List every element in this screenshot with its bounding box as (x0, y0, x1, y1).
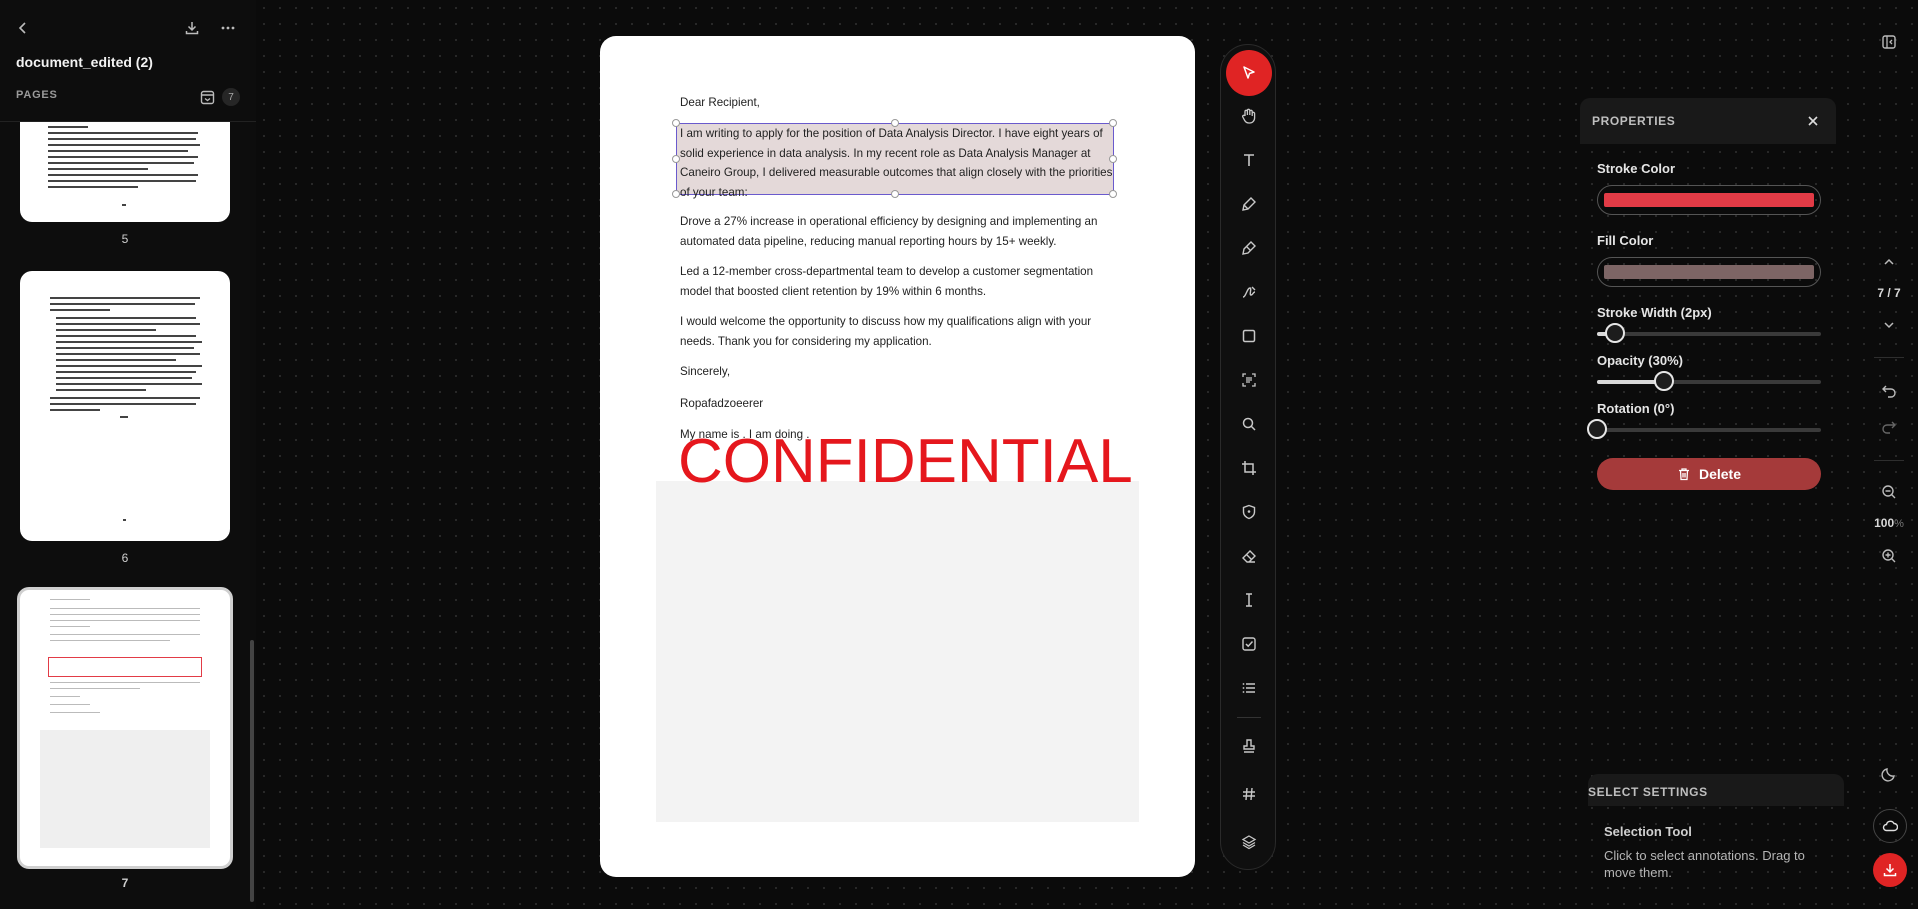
rail-divider (1874, 460, 1904, 461)
list-icon[interactable] (1235, 674, 1263, 702)
properties-header: PROPERTIES (1580, 98, 1836, 144)
trash-icon (1678, 468, 1689, 481)
select-settings-header: SELECT SETTINGS (1588, 774, 1844, 806)
download-icon[interactable] (181, 17, 203, 39)
sidebar-scrollbar[interactable] (250, 640, 254, 902)
stroke-color-swatch (1604, 193, 1814, 207)
rectangle-icon[interactable] (1235, 322, 1263, 350)
dark-mode-icon[interactable] (1877, 762, 1901, 786)
zoom-unit: % (1894, 518, 1904, 530)
page-number-7: 7 (121, 876, 129, 890)
signature-icon[interactable] (1235, 278, 1263, 306)
page-thumbnail-6[interactable] (20, 271, 230, 541)
text-cursor-icon[interactable] (1235, 586, 1263, 614)
select-tool-icon[interactable] (1226, 50, 1272, 96)
redo-icon[interactable] (1877, 414, 1901, 438)
delete-label: Delete (1698, 466, 1742, 482)
highlighter-icon[interactable] (1235, 234, 1263, 262)
properties-title: PROPERTIES (1592, 114, 1676, 128)
document-title: document_edited (2) (16, 54, 153, 70)
chevron-down-icon[interactable] (1877, 313, 1901, 337)
rail-divider (1874, 357, 1904, 358)
checkbox-icon[interactable] (1235, 630, 1263, 658)
zoom-out-icon[interactable] (1877, 480, 1901, 504)
paragraph-3: Led a 12-member cross-departmental team … (680, 265, 1094, 298)
paragraph-4: I would welcome the opportunity to discu… (680, 315, 1092, 348)
slider-thumb[interactable] (1654, 371, 1675, 391)
page-number-5: 5 (121, 232, 129, 246)
greeting-text: Dear Recipient, (680, 96, 760, 109)
selection-tool-name: Selection Tool (1604, 824, 1692, 839)
ocr-scan-icon[interactable] (1235, 366, 1263, 394)
fill-color-label: Fill Color (1597, 233, 1654, 248)
zoom-level: 100% (1868, 516, 1910, 530)
resize-handle[interactable] (672, 155, 680, 163)
closing-text: Sincerely, (680, 365, 731, 378)
zoom-value: 100 (1874, 516, 1895, 530)
page-indicator: 7 / 7 (1877, 286, 1901, 300)
text-icon[interactable] (1235, 146, 1263, 174)
cloud-icon (1882, 820, 1898, 832)
properties-panel: PROPERTIES Stroke Color Fill Color Strok… (1580, 98, 1836, 498)
toolbar-divider (1237, 717, 1261, 718)
close-icon[interactable] (1802, 110, 1824, 132)
opacity-slider[interactable] (1597, 371, 1821, 391)
zoom-in-icon[interactable] (1877, 544, 1901, 568)
confidential-stamp[interactable]: CONFIDENTIAL (678, 431, 1133, 493)
search-icon[interactable] (1235, 410, 1263, 438)
stroke-width-label: Stroke Width (2px) (1597, 305, 1712, 320)
more-options-icon[interactable] (217, 17, 239, 39)
document-page[interactable]: Dear Recipient, I am writing to apply fo… (600, 36, 1195, 877)
rotation-label: Rotation (0°) (1597, 401, 1675, 416)
page-number-6: 6 (121, 551, 129, 565)
select-settings-panel: SELECT SETTINGS Selection Tool Click to … (1588, 774, 1844, 894)
sidebar: document_edited (2) PAGES 7 5 6 7 (0, 0, 256, 909)
fill-color-swatch (1604, 265, 1814, 279)
stroke-color-label: Stroke Color (1597, 161, 1676, 176)
slider-thumb[interactable] (1587, 419, 1607, 439)
stroke-color-picker[interactable] (1597, 185, 1821, 215)
crop-icon[interactable] (1235, 454, 1263, 482)
slider-thumb[interactable] (1604, 323, 1625, 343)
back-icon[interactable] (12, 17, 34, 39)
page-thumbnail-7[interactable] (17, 587, 233, 869)
download-button[interactable] (1873, 853, 1907, 887)
eraser-icon[interactable] (1235, 542, 1263, 570)
paragraph-1: I am writing to apply for the position o… (680, 127, 1113, 199)
cloud-save-button[interactable] (1873, 809, 1907, 843)
undo-icon[interactable] (1877, 378, 1901, 402)
collapse-panel-icon[interactable] (1877, 30, 1901, 54)
select-settings-title: SELECT SETTINGS (1588, 785, 1708, 799)
hash-icon[interactable] (1235, 780, 1263, 808)
pen-icon[interactable] (1235, 190, 1263, 218)
rectangle-annotation[interactable] (656, 481, 1139, 822)
resize-handle[interactable] (672, 119, 680, 127)
resize-handle[interactable] (672, 190, 680, 198)
stroke-width-slider[interactable] (1597, 323, 1821, 343)
chevron-up-icon[interactable] (1877, 250, 1901, 274)
signature-text: Ropafadzoeerer (680, 397, 764, 410)
download-icon (1883, 864, 1897, 877)
page-count-badge: 7 (222, 88, 240, 106)
sidebar-header: document_edited (2) PAGES 7 (0, 0, 256, 122)
tools-toolbar (1220, 44, 1276, 870)
stamp-icon[interactable] (1235, 732, 1263, 760)
page-view-icon[interactable] (196, 86, 218, 108)
fill-color-picker[interactable] (1597, 257, 1821, 287)
selection-tool-description: Click to select annotations. Drag to mov… (1604, 848, 1805, 880)
page-thumbnail-5[interactable] (20, 122, 230, 222)
shield-icon[interactable] (1235, 498, 1263, 526)
hand-icon[interactable] (1235, 102, 1263, 130)
rotation-slider[interactable] (1587, 419, 1821, 439)
opacity-label: Opacity (30%) (1597, 353, 1683, 368)
delete-button[interactable]: Delete (1597, 458, 1821, 490)
paragraph-2: Drove a 27% increase in operational effi… (680, 215, 1098, 248)
layers-icon[interactable] (1235, 828, 1263, 856)
pages-label: PAGES (16, 89, 58, 101)
